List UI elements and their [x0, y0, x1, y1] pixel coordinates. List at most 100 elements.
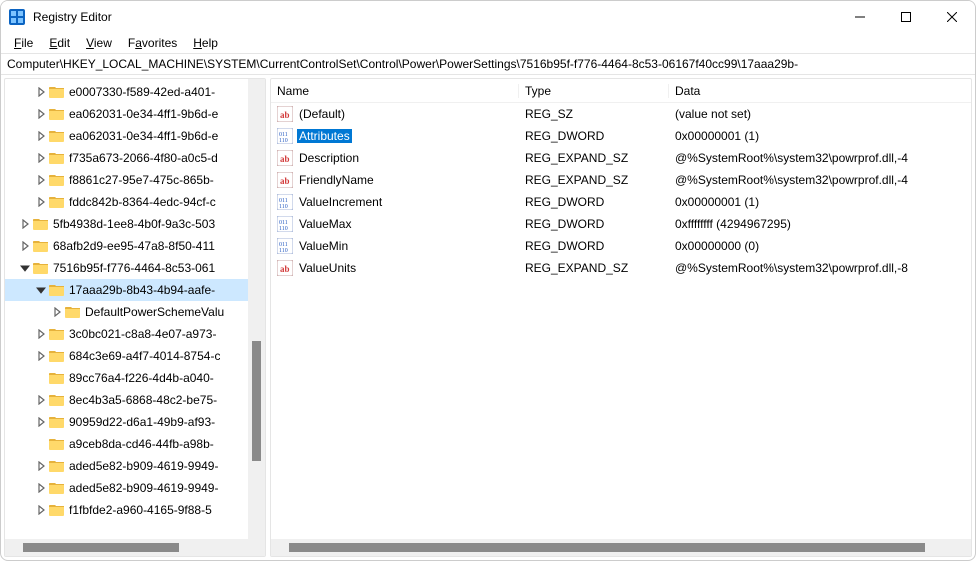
folder-icon — [49, 194, 65, 210]
tree-item[interactable]: 7516b95f-f776-4464-8c53-061 — [5, 257, 265, 279]
tree-item-label: 17aaa29b-8b43-4b94-aafe- — [69, 283, 215, 297]
menu-help[interactable]: Help — [186, 35, 225, 51]
tree-item[interactable]: 17aaa29b-8b43-4b94-aafe- — [5, 279, 265, 301]
tree-item[interactable]: 89cc76a4-f226-4d4b-a040- — [5, 367, 265, 389]
dword-value-icon — [277, 216, 293, 232]
expand-collapse-icon[interactable] — [33, 411, 49, 433]
minimize-button[interactable] — [837, 1, 883, 33]
tree-hscroll-thumb[interactable] — [23, 543, 179, 552]
folder-icon — [49, 458, 65, 474]
value-row[interactable]: ValueIncrementREG_DWORD0x00000001 (1) — [271, 191, 971, 213]
value-row[interactable]: ValueMinREG_DWORD0x00000000 (0) — [271, 235, 971, 257]
tree-item[interactable]: a9ceb8da-cd46-44fb-a98b- — [5, 433, 265, 455]
registry-editor-window: Registry Editor File Edit View Favorites… — [0, 0, 976, 561]
header-type[interactable]: Type — [519, 84, 669, 98]
titlebar: Registry Editor — [1, 1, 975, 33]
expand-collapse-icon[interactable] — [17, 235, 33, 257]
expand-collapse-icon[interactable] — [33, 81, 49, 103]
tree-item-label: 68afb2d9-ee95-47a8-8f50-411 — [53, 239, 215, 253]
expand-collapse-icon[interactable] — [49, 301, 65, 323]
tree-item[interactable]: 90959d22-d6a1-49b9-af93- — [5, 411, 265, 433]
folder-icon — [33, 238, 49, 254]
menu-edit[interactable]: Edit — [42, 35, 77, 51]
header-name[interactable]: Name — [271, 84, 519, 98]
value-type: REG_SZ — [519, 107, 669, 121]
registry-tree[interactable]: e0007330-f589-42ed-a401- ea062031-0e34-4f… — [5, 79, 265, 521]
expand-collapse-icon[interactable] — [17, 257, 33, 279]
values-header: Name Type Data — [271, 79, 971, 103]
tree-item-label: 89cc76a4-f226-4d4b-a040- — [69, 371, 214, 385]
expand-collapse-icon[interactable] — [33, 169, 49, 191]
folder-icon — [49, 436, 65, 452]
tree-vscroll-thumb[interactable] — [252, 341, 261, 461]
values-hscrollbar[interactable] — [271, 539, 971, 556]
tree-item[interactable]: f735a673-2066-4f80-a0c5-d — [5, 147, 265, 169]
expand-collapse-icon[interactable] — [33, 191, 49, 213]
tree-item[interactable]: f8861c27-95e7-475c-865b- — [5, 169, 265, 191]
tree-item[interactable]: DefaultPowerSchemeValu — [5, 301, 265, 323]
menu-view[interactable]: View — [79, 35, 119, 51]
menu-favorites[interactable]: Favorites — [121, 35, 184, 51]
value-row[interactable]: ValueUnitsREG_EXPAND_SZ@%SystemRoot%\sys… — [271, 257, 971, 279]
menubar: File Edit View Favorites Help — [1, 33, 975, 53]
value-data: @%SystemRoot%\system32\powrprof.dll,-4 — [669, 151, 971, 165]
dword-value-icon — [277, 194, 293, 210]
value-data: @%SystemRoot%\system32\powrprof.dll,-8 — [669, 261, 971, 275]
value-name: ValueMin — [297, 239, 350, 253]
value-data: @%SystemRoot%\system32\powrprof.dll,-4 — [669, 173, 971, 187]
menu-file[interactable]: File — [7, 35, 40, 51]
expand-collapse-icon[interactable] — [33, 279, 49, 301]
tree-item[interactable]: 8ec4b3a5-6868-48c2-be75- — [5, 389, 265, 411]
value-row[interactable]: AttributesREG_DWORD0x00000001 (1) — [271, 125, 971, 147]
values-list[interactable]: (Default)REG_SZ(value not set)Attributes… — [271, 103, 971, 279]
folder-icon — [49, 370, 65, 386]
tree-item-label: e0007330-f589-42ed-a401- — [69, 85, 215, 99]
tree-vscrollbar[interactable] — [248, 79, 265, 539]
tree-item-label: f1fbfde2-a960-4165-9f88-5 — [69, 503, 212, 517]
tree-item[interactable]: aded5e82-b909-4619-9949- — [5, 477, 265, 499]
address-text: Computer\HKEY_LOCAL_MACHINE\SYSTEM\Curre… — [7, 57, 798, 71]
tree-item[interactable]: fddc842b-8364-4edc-94cf-c — [5, 191, 265, 213]
expand-collapse-icon[interactable] — [33, 103, 49, 125]
tree-item[interactable]: ea062031-0e34-4ff1-9b6d-e — [5, 125, 265, 147]
tree-item-label: ea062031-0e34-4ff1-9b6d-e — [69, 107, 218, 121]
value-row[interactable]: FriendlyNameREG_EXPAND_SZ@%SystemRoot%\s… — [271, 169, 971, 191]
value-row[interactable]: (Default)REG_SZ(value not set) — [271, 103, 971, 125]
folder-icon — [33, 216, 49, 232]
tree-item[interactable]: ea062031-0e34-4ff1-9b6d-e — [5, 103, 265, 125]
tree-hscrollbar[interactable] — [5, 539, 265, 556]
expand-collapse-icon[interactable] — [33, 323, 49, 345]
expand-collapse-icon[interactable] — [33, 499, 49, 521]
tree-item[interactable]: f1fbfde2-a960-4165-9f88-5 — [5, 499, 265, 521]
header-data[interactable]: Data — [669, 84, 971, 98]
folder-icon — [49, 414, 65, 430]
tree-item-label: f8861c27-95e7-475c-865b- — [69, 173, 214, 187]
tree-item[interactable]: aded5e82-b909-4619-9949- — [5, 455, 265, 477]
tree-item[interactable]: e0007330-f589-42ed-a401- — [5, 81, 265, 103]
folder-icon — [49, 128, 65, 144]
values-hscroll-thumb[interactable] — [289, 543, 925, 552]
expand-collapse-icon[interactable] — [33, 125, 49, 147]
expand-collapse-icon[interactable] — [33, 455, 49, 477]
value-row[interactable]: DescriptionREG_EXPAND_SZ@%SystemRoot%\sy… — [271, 147, 971, 169]
tree-item[interactable]: 684c3e69-a4f7-4014-8754-c — [5, 345, 265, 367]
folder-icon — [49, 150, 65, 166]
value-name: Description — [297, 151, 361, 165]
expand-collapse-icon[interactable] — [33, 345, 49, 367]
address-bar[interactable]: Computer\HKEY_LOCAL_MACHINE\SYSTEM\Curre… — [1, 53, 975, 75]
close-button[interactable] — [929, 1, 975, 33]
expand-collapse-icon[interactable] — [33, 147, 49, 169]
tree-item[interactable]: 3c0bc021-c8a8-4e07-a973- — [5, 323, 265, 345]
value-name: (Default) — [297, 107, 347, 121]
expand-collapse-icon[interactable] — [33, 389, 49, 411]
expand-collapse-icon[interactable] — [33, 477, 49, 499]
string-value-icon — [277, 150, 293, 166]
dword-value-icon — [277, 238, 293, 254]
value-name: ValueIncrement — [297, 195, 384, 209]
value-row[interactable]: ValueMaxREG_DWORD0xffffffff (4294967295) — [271, 213, 971, 235]
expand-collapse-icon[interactable] — [17, 213, 33, 235]
tree-item[interactable]: 68afb2d9-ee95-47a8-8f50-411 — [5, 235, 265, 257]
maximize-button[interactable] — [883, 1, 929, 33]
tree-item-label: DefaultPowerSchemeValu — [85, 305, 224, 319]
tree-item[interactable]: 5fb4938d-1ee8-4b0f-9a3c-503 — [5, 213, 265, 235]
